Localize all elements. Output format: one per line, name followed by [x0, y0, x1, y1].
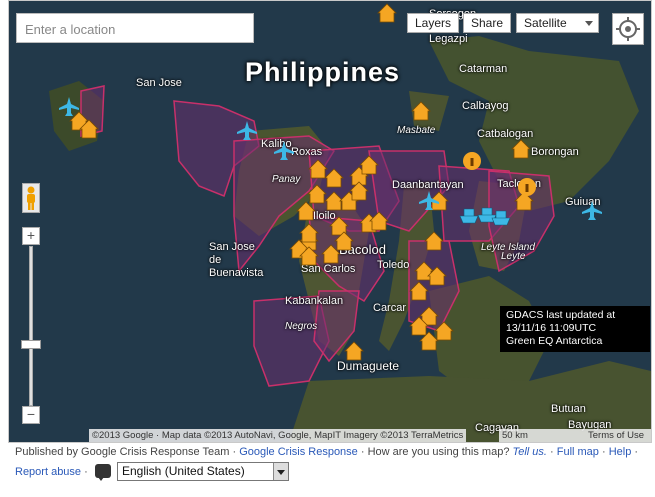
tell-us-link[interactable]: Tell us. — [513, 446, 547, 458]
separator: · — [631, 446, 639, 458]
zoom-slider-handle[interactable] — [21, 340, 41, 349]
footer-line: Published by Google Crisis Response Team… — [15, 446, 638, 458]
airplane-marker-icon[interactable] — [237, 121, 257, 140]
separator: · — [546, 446, 557, 458]
language-select[interactable]: English (United States) — [117, 462, 289, 481]
footer-line-2: Report abuse · — [15, 466, 88, 478]
airplane-marker-icon[interactable] — [59, 97, 79, 116]
house-marker-icon[interactable] — [308, 159, 328, 179]
crosshair-icon — [616, 17, 640, 41]
airplane-marker-icon[interactable] — [582, 201, 602, 220]
published-by-text: Published by Google Crisis Response Team… — [15, 446, 240, 458]
zoom-out-button[interactable]: − — [22, 406, 40, 424]
house-marker-icon[interactable] — [369, 211, 389, 231]
help-link[interactable]: Help — [609, 446, 632, 458]
gdacs-line: Green EQ Antarctica — [506, 335, 603, 347]
google-crisis-response-link[interactable]: Google Crisis Response — [239, 446, 358, 458]
house-marker-icon[interactable] — [409, 281, 429, 301]
house-marker-icon[interactable] — [324, 168, 344, 188]
gdacs-line: GDACS last updated at — [506, 309, 616, 321]
language-speech-icon — [95, 464, 111, 481]
house-marker-icon[interactable] — [411, 101, 431, 121]
separator: · — [598, 446, 609, 458]
pegman-icon — [27, 186, 35, 210]
house-marker-icon[interactable] — [434, 321, 454, 341]
ship-marker-icon[interactable] — [491, 210, 511, 226]
house-marker-icon[interactable] — [511, 139, 531, 159]
house-marker-icon[interactable] — [424, 231, 444, 251]
map-attribution: ©2013 Google · Map data ©2013 AutoNavi, … — [89, 429, 467, 442]
ship-marker-icon[interactable] — [459, 208, 479, 224]
map-type-dropdown[interactable]: Satellite — [516, 13, 599, 33]
terms-of-use-link[interactable]: Terms of Use — [581, 429, 651, 442]
scale-label: 50 km — [502, 430, 528, 441]
chevron-down-icon — [273, 463, 288, 480]
map-frame: Philippines San Jose Kalibo Roxas Panay … — [8, 0, 652, 443]
gdacs-line: 13/11/16 11:09UTC — [506, 322, 597, 334]
map-type-label: Satellite — [524, 16, 567, 30]
map-scale: 50 km — [499, 429, 581, 442]
language-selected-label: English (United States) — [122, 464, 245, 478]
house-marker-icon[interactable] — [307, 184, 327, 204]
house-marker-icon[interactable] — [344, 341, 364, 361]
chevron-down-icon — [585, 21, 593, 26]
zoom-slider-track[interactable] — [29, 246, 33, 406]
house-marker-icon[interactable] — [329, 216, 349, 236]
house-marker-icon[interactable] — [359, 155, 379, 175]
house-marker-icon[interactable] — [296, 201, 316, 221]
full-map-link[interactable]: Full map — [557, 446, 599, 458]
separator: · — [81, 466, 88, 478]
map-canvas[interactable]: Philippines San Jose Kalibo Roxas Panay … — [9, 1, 651, 442]
search-input[interactable]: Enter a location — [16, 13, 254, 43]
house-marker-icon[interactable] — [299, 223, 319, 243]
my-location-button[interactable] — [612, 13, 644, 45]
zoom-in-button[interactable]: + — [22, 227, 40, 245]
layers-button[interactable]: Layers — [407, 13, 460, 33]
airplane-marker-icon[interactable] — [274, 141, 294, 160]
share-button[interactable]: Share — [463, 13, 512, 33]
markers-layer — [59, 3, 602, 361]
street-view-pegman[interactable] — [22, 183, 40, 213]
report-abuse-link[interactable]: Report abuse — [15, 466, 81, 478]
house-marker-icon[interactable] — [377, 3, 397, 23]
info-marker-icon[interactable] — [463, 152, 481, 170]
gdacs-info-box: GDACS last updated at 13/11/16 11:09UTC … — [500, 306, 650, 352]
question-text: · How are you using this map? — [357, 446, 513, 458]
info-marker-icon[interactable] — [518, 178, 536, 196]
